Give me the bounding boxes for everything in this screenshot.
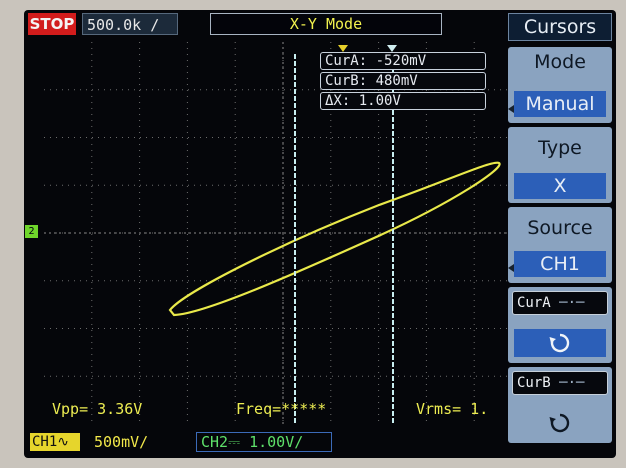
curb-label: CurB [517,375,551,391]
ch1-scale: 500mV∕ [94,433,149,451]
rotate-knob-icon [549,413,570,433]
ch1-label[interactable]: CH1∿ [30,433,80,451]
delta-x-readout: ΔX: 1.00V [320,92,486,110]
channel-2-level-marker: 2 [25,225,38,238]
curb-tag: CurB ─·─ [512,371,608,395]
cura-softkey[interactable]: CurA ─·─ [508,287,612,363]
run-stop-badge[interactable]: STOP [28,13,76,35]
display-mode-title: X-Y Mode [210,13,442,35]
ch2-scale[interactable]: CH2⎓ 1.00V∕ [196,432,332,452]
xy-trace [168,161,501,317]
cursor-b-readout: CurB: 480mV [320,72,486,90]
cura-label: CurA [517,295,551,311]
cura-tag: CurA ─·─ [512,291,608,315]
rotate-knob-icon [549,333,570,353]
mode-label: Mode [534,51,586,73]
trigger-marker [338,45,348,52]
source-softkey[interactable]: Source CH1 [508,207,612,283]
sample-rate: 500.0k ∕ [82,13,178,35]
mode-value: Manual [514,91,606,117]
source-value: CH1 [514,251,606,277]
vpp-measurement: Vpp= 3.36V [52,400,143,418]
menu-title: Cursors [508,13,612,41]
type-value: X [514,173,606,199]
curb-softkey[interactable]: CurB ─·─ [508,367,612,443]
cursor-b-marker [387,45,397,52]
source-label: Source [527,217,593,239]
oscilloscope-screen: STOP 500.0k ∕ X-Y Mode CurA: -520mV CurB… [24,10,616,458]
cursor-a-readout: CurA: -520mV [320,52,486,70]
vrms-measurement: Vrms= 1. [416,400,489,418]
freq-measurement: Freq=***** [236,400,327,418]
type-label: Type [538,137,582,159]
type-softkey[interactable]: Type X [508,127,612,203]
mode-softkey[interactable]: Mode Manual [508,47,612,123]
